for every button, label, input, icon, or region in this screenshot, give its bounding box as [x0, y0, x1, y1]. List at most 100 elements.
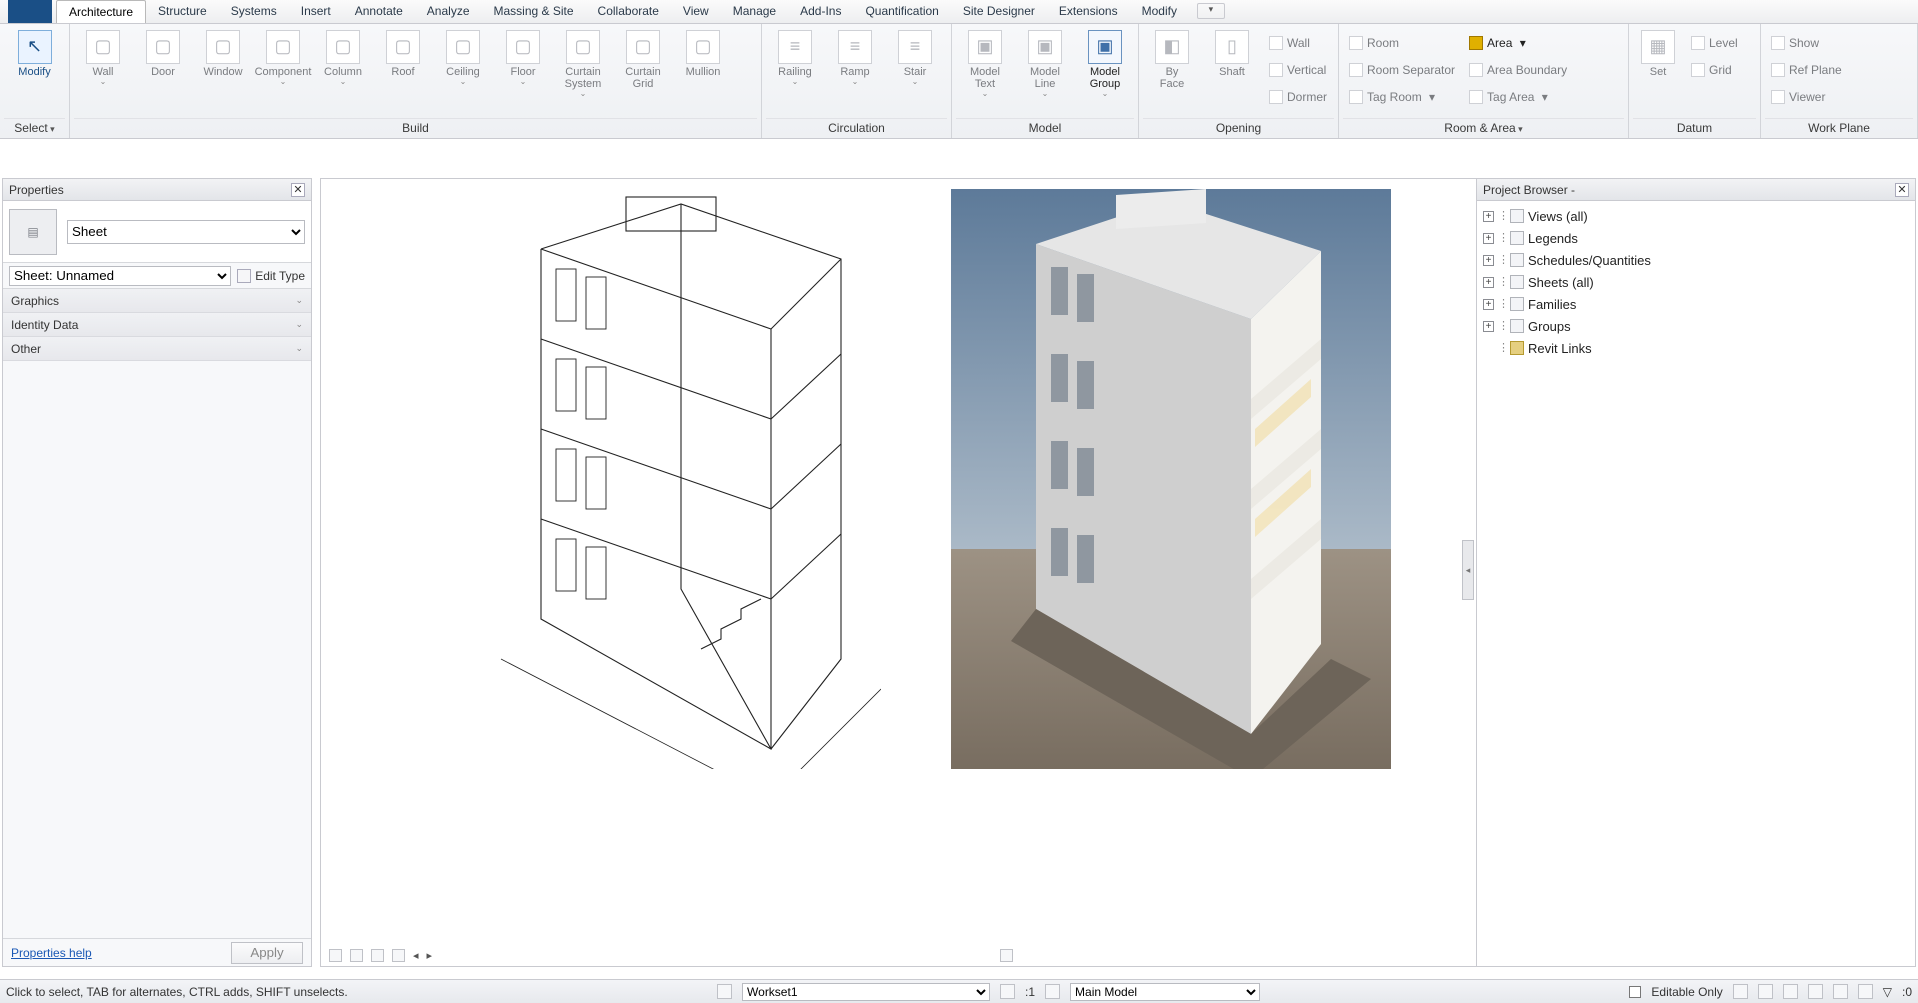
opening-shaft-button[interactable]: ▯ Shaft	[1203, 26, 1261, 78]
tab-insert[interactable]: Insert	[289, 0, 343, 23]
select-links-icon[interactable]	[1733, 984, 1748, 999]
select-pinned-icon[interactable]	[1783, 984, 1798, 999]
build-curtain-grid-button[interactable]: ▢Curtain Grid	[614, 26, 672, 90]
ref-plane-button[interactable]: Ref Plane	[1767, 57, 1846, 83]
tab-collaborate[interactable]: Collaborate	[586, 0, 671, 23]
tree-node-families[interactable]: +⋮Families	[1483, 293, 1909, 315]
select-face-icon[interactable]	[1808, 984, 1823, 999]
tab-architecture[interactable]: Architecture	[56, 0, 146, 23]
tree-expand-icon[interactable]: +	[1483, 211, 1494, 222]
drag-elements-icon[interactable]	[1833, 984, 1848, 999]
tab-annotate[interactable]: Annotate	[343, 0, 415, 23]
expand-icon: ⌄	[295, 295, 303, 306]
tab-structure[interactable]: Structure	[146, 0, 219, 23]
detail-level-icon[interactable]	[350, 949, 363, 962]
prop-category-identity[interactable]: Identity Data⌄	[3, 313, 311, 337]
tab-massing-site[interactable]: Massing & Site	[482, 0, 586, 23]
tree-expand-icon[interactable]: +	[1483, 299, 1494, 310]
tab-site-designer[interactable]: Site Designer	[951, 0, 1047, 23]
build-floor-button[interactable]: ▢Floor⌄	[494, 26, 552, 87]
tree-node-revit-links[interactable]: ⋮Revit Links	[1483, 337, 1909, 359]
tree-node-legends[interactable]: +⋮Legends	[1483, 227, 1909, 249]
crop-icon[interactable]	[1000, 949, 1013, 962]
opening-dormer-button[interactable]: Dormer	[1265, 84, 1331, 110]
tab-analyze[interactable]: Analyze	[415, 0, 482, 23]
tree-node-schedules-quantities[interactable]: +⋮Schedules/Quantities	[1483, 249, 1909, 271]
background-process-icon[interactable]	[1858, 984, 1873, 999]
workset-selector[interactable]: Workset1	[742, 983, 990, 1001]
build-wall-button[interactable]: ▢Wall⌄	[74, 26, 132, 87]
tab-manage[interactable]: Manage	[721, 0, 788, 23]
tab-view[interactable]: View	[671, 0, 721, 23]
type-selector[interactable]: Sheet	[67, 220, 305, 244]
grid-button[interactable]: Grid	[1687, 57, 1742, 83]
circ-ramp-button[interactable]: ≡Ramp⌄	[826, 26, 884, 87]
group-label-select[interactable]: Select	[4, 118, 65, 138]
visual-style-icon[interactable]	[371, 949, 384, 962]
opening-wall-button[interactable]: Wall	[1265, 30, 1331, 56]
app-menu-button[interactable]	[8, 0, 52, 23]
tree-node-groups[interactable]: +⋮Groups	[1483, 315, 1909, 337]
chevron-right-icon[interactable]: ▸	[427, 949, 433, 962]
select-underlay-icon[interactable]	[1758, 984, 1773, 999]
circ-stair-button[interactable]: ≡Stair⌄	[886, 26, 944, 87]
workset-icon[interactable]	[717, 984, 732, 999]
area-button[interactable]: Area ▾	[1465, 30, 1571, 56]
build-door-button[interactable]: ▢Door	[134, 26, 192, 78]
group-label-room-area[interactable]: Room & Area	[1343, 118, 1624, 138]
circ-railing-button[interactable]: ≡Railing⌄	[766, 26, 824, 87]
tag-area-button[interactable]: Tag Area ▾	[1465, 84, 1571, 110]
ribbon-display-options[interactable]: ▾	[1197, 3, 1225, 19]
model-model-group-button[interactable]: ▣Model Group⌄	[1076, 26, 1134, 99]
tree-expand-icon[interactable]: +	[1483, 277, 1494, 288]
opening-vertical-button[interactable]: Vertical	[1265, 57, 1331, 83]
chevron-left-icon[interactable]: ◂	[413, 949, 419, 962]
room-separator-button[interactable]: Room Separator	[1345, 57, 1459, 83]
build-mullion-button[interactable]: ▢Mullion	[674, 26, 732, 78]
active-workset-icon[interactable]	[1000, 984, 1015, 999]
model-model-text-button[interactable]: ▣Model Text⌄	[956, 26, 1014, 99]
tree-expand-icon[interactable]: +	[1483, 321, 1494, 332]
build-column-button[interactable]: ▢Column⌄	[314, 26, 372, 87]
opening-by-face-button[interactable]: ◧ By Face	[1143, 26, 1201, 90]
workplane-viewer-button[interactable]: Viewer	[1767, 84, 1846, 110]
prop-category-other[interactable]: Other⌄	[3, 337, 311, 361]
build-roof-button[interactable]: ▢Roof	[374, 26, 432, 78]
tab-add-ins[interactable]: Add-Ins	[788, 0, 853, 23]
design-option-selector[interactable]: Main Model	[1070, 983, 1260, 1001]
build-ceiling-button[interactable]: ▢Ceiling⌄	[434, 26, 492, 87]
tag-room-button[interactable]: Tag Room ▾	[1345, 84, 1459, 110]
area-boundary-button[interactable]: Area Boundary	[1465, 57, 1571, 83]
scale-icon[interactable]	[329, 949, 342, 962]
tree-expand-icon[interactable]: +	[1483, 233, 1494, 244]
design-options-icon[interactable]	[1045, 984, 1060, 999]
show-workplane-button[interactable]: Show	[1767, 30, 1846, 56]
tree-node-views-all-[interactable]: +⋮Views (all)	[1483, 205, 1909, 227]
properties-close-icon[interactable]: ✕	[291, 183, 305, 197]
tab-extensions[interactable]: Extensions	[1047, 0, 1130, 23]
edit-type-button[interactable]: Edit Type	[237, 269, 305, 283]
instance-selector[interactable]: Sheet: Unnamed	[9, 266, 231, 286]
project-browser-close-icon[interactable]: ✕	[1895, 183, 1909, 197]
build-curtain-system-button[interactable]: ▢Curtain System⌄	[554, 26, 612, 99]
properties-help-link[interactable]: Properties help	[11, 946, 92, 960]
tree-node-sheets-all-[interactable]: +⋮Sheets (all)	[1483, 271, 1909, 293]
tab-systems[interactable]: Systems	[219, 0, 289, 23]
build-component-button[interactable]: ▢Component⌄	[254, 26, 312, 87]
properties-apply-button[interactable]: Apply	[231, 942, 303, 964]
datum-set-button[interactable]: ▦ Set	[1633, 26, 1683, 78]
modify-button[interactable]: ↖ Modify	[4, 26, 65, 78]
room-button[interactable]: Room	[1345, 30, 1459, 56]
sun-path-icon[interactable]	[392, 949, 405, 962]
editable-only-checkbox[interactable]	[1629, 986, 1641, 998]
splitter-handle[interactable]: ◂	[1462, 540, 1474, 600]
prop-category-graphics[interactable]: Graphics⌄	[3, 289, 311, 313]
filter-icon[interactable]: ▽	[1883, 985, 1892, 999]
tab-modify[interactable]: Modify	[1130, 0, 1189, 23]
model-model-line-button[interactable]: ▣Model Line⌄	[1016, 26, 1074, 99]
build-window-button[interactable]: ▢Window	[194, 26, 252, 78]
level-button[interactable]: Level	[1687, 30, 1742, 56]
tab-quantification[interactable]: Quantification	[853, 0, 950, 23]
tree-expand-icon[interactable]: +	[1483, 255, 1494, 266]
tree-expand-icon[interactable]	[1483, 343, 1494, 354]
